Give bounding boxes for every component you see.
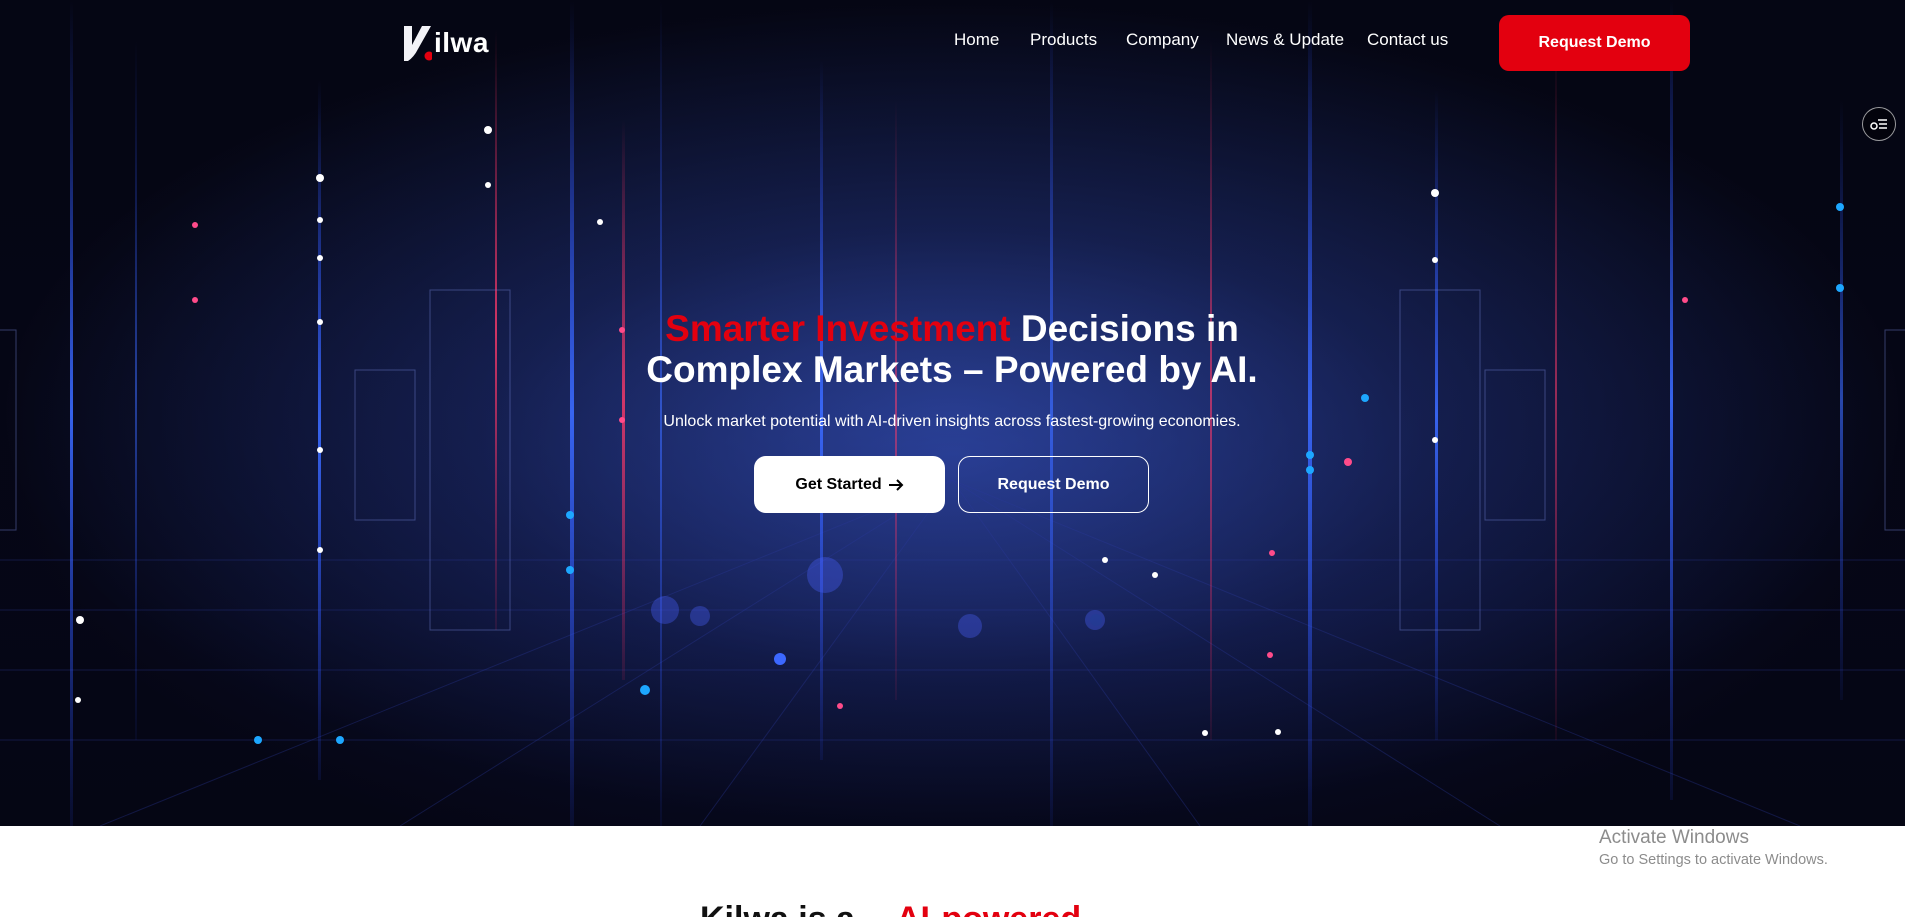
watermark-line2: Go to Settings to activate Windows.	[1599, 852, 1828, 868]
nav-item-home[interactable]: Home	[954, 30, 999, 50]
hero-headline: Smarter Investment Decisions in Complex …	[552, 308, 1352, 390]
settings-toggle-icon[interactable]	[1862, 107, 1896, 141]
hero-headline-accent: Smarter Investment	[665, 308, 1011, 349]
arrow-right-icon	[888, 478, 904, 491]
next-section-title-accent: AI-powered	[896, 900, 1081, 917]
get-started-button[interactable]: Get Started	[754, 456, 945, 513]
request-demo-hero-button[interactable]: Request Demo	[958, 456, 1149, 513]
watermark-line1: Activate Windows	[1599, 827, 1749, 848]
get-started-label: Get Started	[795, 475, 882, 493]
nav-item-news-update[interactable]: News & Update	[1226, 30, 1344, 50]
activate-windows-watermark: Activate Windows Go to Settings to activ…	[1599, 826, 1828, 870]
nav-item-company[interactable]: Company	[1126, 30, 1199, 50]
nav-item-products[interactable]: Products	[1030, 30, 1097, 50]
request-demo-header-button[interactable]: Request Demo	[1499, 15, 1690, 71]
next-section-title: Kilwa is a AI-powered	[700, 898, 1200, 917]
nav-item-contact-us[interactable]: Contact us	[1367, 30, 1448, 50]
hero-subheadline: Unlock market potential with AI-driven i…	[663, 413, 1241, 430]
next-section-title-start: Kilwa is a	[700, 900, 855, 917]
hero-headline-line2: Complex Markets – Powered by AI.	[646, 349, 1258, 390]
hero-headline-line1: Decisions in	[1010, 308, 1239, 349]
